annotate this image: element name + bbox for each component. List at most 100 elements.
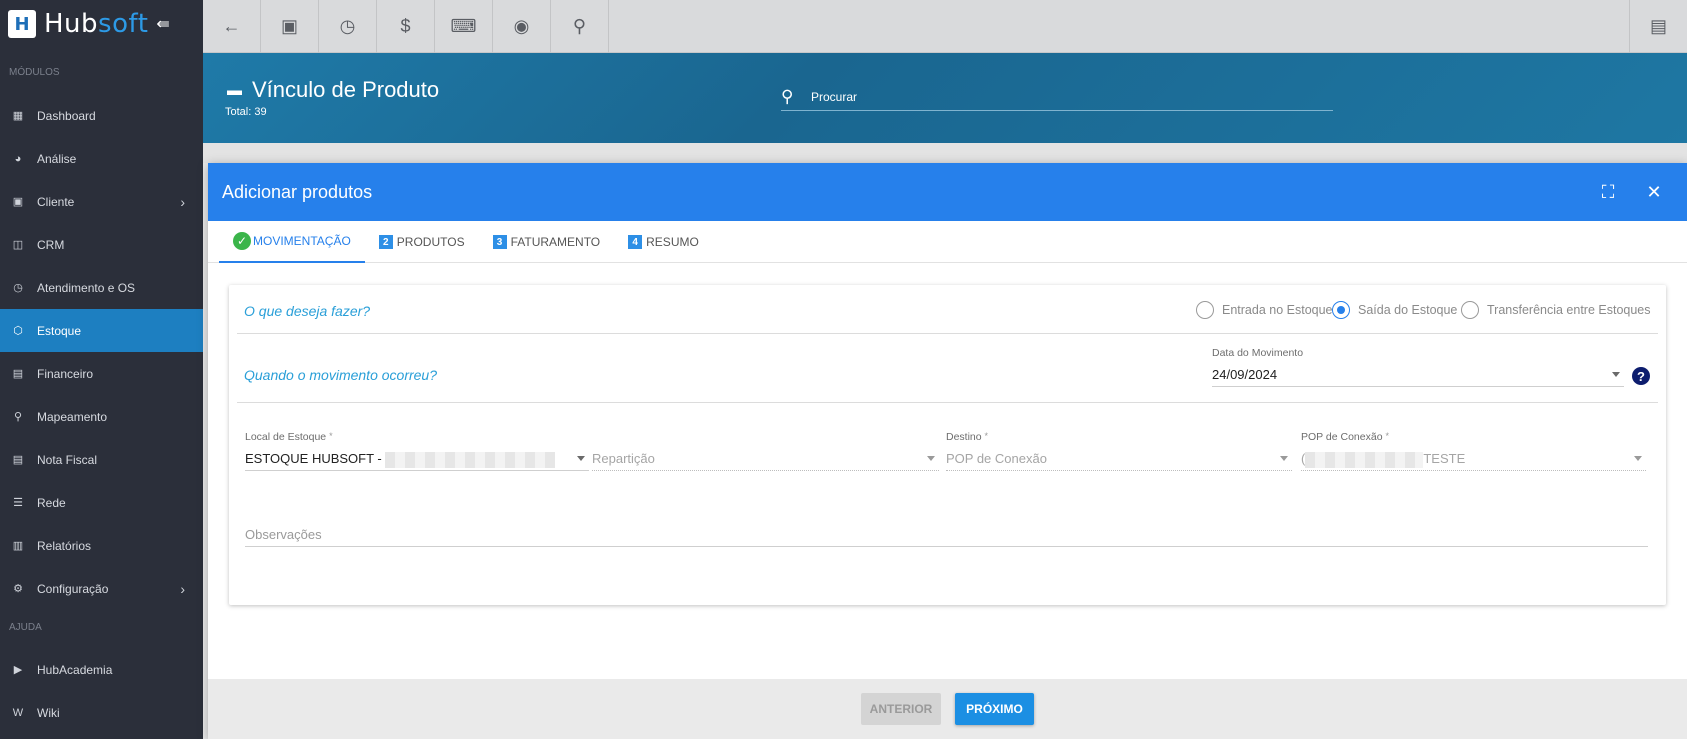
help-icon[interactable]: ? [1632, 367, 1650, 385]
box-icon: ⬡ [13, 325, 23, 337]
radio-entrada[interactable]: Entrada no Estoque [1196, 301, 1333, 319]
step-number: 3 [492, 235, 507, 249]
sidebar-item-estoque[interactable]: ⬡ Estoque [0, 309, 203, 352]
chevron-right-icon: › [180, 580, 185, 597]
sidebar-item-label: Relatórios [37, 538, 92, 553]
sidebar-item-analise[interactable]: ◕ Análise [0, 137, 203, 180]
network-icon: ☰ [13, 497, 23, 509]
tab-resumo[interactable]: 4 RESUMO [614, 221, 713, 263]
hubsoft-logo-icon: H [8, 10, 36, 38]
sidebar-item-cliente[interactable]: ▣ Cliente › [0, 180, 203, 223]
step-number: 4 [628, 235, 643, 249]
question-what: O que deseja fazer? [244, 303, 371, 319]
close-icon[interactable]: ✕ [1642, 180, 1666, 204]
tab-label: PRODUTOS [396, 235, 465, 249]
back-button[interactable]: ← [203, 0, 261, 53]
previous-button[interactable]: ANTERIOR [861, 693, 941, 725]
sidebar-item-rede[interactable]: ☰ Rede [0, 481, 203, 524]
sidebar-item-label: Cliente [37, 194, 75, 209]
sidebar-item-hubacademia[interactable]: ▶ HubAcademia [0, 648, 203, 691]
sidebar-item-configuracao[interactable]: ⚙ Configuração › [0, 567, 203, 610]
view-button[interactable]: ◉ [493, 0, 551, 53]
observacoes-field[interactable]: Observações [245, 525, 1648, 547]
board-icon: ◫ [12, 239, 24, 251]
sidebar-item-crm[interactable]: ◫ CRM [0, 223, 203, 266]
radio-transferencia[interactable]: Transferência entre Estoques [1461, 301, 1651, 319]
required-mark: * [329, 431, 333, 441]
contact-card-icon: ▣ [12, 196, 24, 208]
divider [237, 333, 1658, 334]
modal-footer: ANTERIOR PRÓXIMO [208, 679, 1687, 739]
wizard-tabs: ✓ MOVIMENTAÇÃO 2 PRODUTOS 3 FATURAMENTO 4 RE… [208, 221, 1687, 263]
terminal-icon: ⌨ [450, 16, 477, 36]
tab-produtos[interactable]: 2 PRODUTOS [365, 221, 479, 263]
map-pin-icon: ⚲ [13, 411, 23, 423]
search-button[interactable]: ⚲ [551, 0, 609, 53]
sidebar-item-label: Rede [37, 495, 66, 510]
date-field[interactable]: 24/09/2024 [1212, 365, 1624, 387]
radio-saida[interactable]: Saída do Estoque [1332, 301, 1457, 319]
calendar-clock-icon: ◷ [13, 282, 23, 294]
radio-circle [1332, 301, 1350, 319]
reparticao-placeholder: Repartição [592, 451, 655, 466]
total-count: Total: 39 [225, 106, 267, 118]
product-link-icon: ▬ [227, 81, 242, 99]
modal-header: Adicionar produtos ⛶ ✕ [208, 163, 1687, 221]
destino-label: Destino [946, 431, 982, 443]
sidebar-item-label: HubAcademia [37, 662, 113, 677]
sidebar-item-wiki[interactable]: W Wiki [0, 691, 203, 734]
question-when: Quando o movimento ocorreu? [244, 367, 437, 383]
sidebar-item-relatorios[interactable]: ▥ Relatórios [0, 524, 203, 567]
logo[interactable]: H Hubsoft ⇚ [0, 0, 203, 48]
sidebar-item-label: Atendimento e OS [37, 280, 136, 295]
reparticao-select[interactable]: Repartição [592, 449, 939, 471]
schedule-button[interactable]: ◷ [319, 0, 377, 53]
chevron-down-icon [1634, 456, 1642, 461]
sidebar-item-label: Estoque [37, 323, 82, 338]
tab-label: MOVIMENTAÇÃO [253, 234, 351, 248]
redacted-text [1305, 451, 1424, 468]
sidebar-item-dashboard[interactable]: ▦ Dashboard [0, 94, 203, 137]
tab-movimentacao[interactable]: ✓ MOVIMENTAÇÃO [219, 221, 365, 263]
dashboard-icon: ▦ [12, 110, 24, 122]
search-icon: ⚲ [781, 86, 794, 106]
step-number: 2 [378, 235, 393, 249]
tab-faturamento[interactable]: 3 FATURAMENTO [479, 221, 615, 263]
movement-form-card: O que deseja fazer? Entrada no Estoque S… [229, 285, 1666, 605]
search-input[interactable] [811, 89, 1311, 104]
pop-conexao-select[interactable]: (TESTE [1301, 449, 1646, 471]
page-title: Vínculo de Produto [252, 77, 440, 102]
client-button[interactable]: ▣ [261, 0, 319, 53]
radio-circle [1196, 301, 1214, 319]
local-label: Local de Estoque [245, 431, 327, 443]
local-estoque-select[interactable]: ESTOQUE HUBSOFT - [245, 449, 589, 471]
next-button[interactable]: PRÓXIMO [955, 693, 1034, 725]
financial-button[interactable]: $ [377, 0, 435, 53]
divider [237, 402, 1658, 403]
logo-text: Hub [44, 9, 99, 39]
search-icon: ⚲ [572, 16, 587, 36]
terminal-button[interactable]: ⌨ [435, 0, 493, 53]
report-icon: ▥ [12, 540, 24, 552]
pie-chart-icon: ◕ [14, 152, 22, 165]
local-value: ESTOQUE HUBSOFT - [245, 451, 382, 466]
destino-select[interactable]: POP de Conexão [946, 449, 1292, 471]
sidebar-item-financeiro[interactable]: ▤ Financeiro [0, 352, 203, 395]
pdf-button[interactable]: ▤ [1629, 0, 1687, 53]
collapse-menu-icon[interactable]: ⇚ [156, 14, 169, 34]
dollar-icon: $ [400, 16, 411, 36]
eye-icon: ◉ [513, 16, 530, 36]
fullscreen-icon[interactable]: ⛶ [1596, 180, 1620, 204]
sidebar-item-mapeamento[interactable]: ⚲ Mapeamento [0, 395, 203, 438]
radio-label: Transferência entre Estoques [1487, 303, 1651, 317]
required-mark: * [1385, 431, 1389, 441]
toolbar: ← ▣ ◷ $ ⌨ ◉ ⚲ ▤ [203, 0, 1687, 53]
date-label: Data do Movimento [1212, 347, 1304, 359]
sidebar-item-atendimento[interactable]: ◷ Atendimento e OS [0, 266, 203, 309]
radio-label: Entrada no Estoque [1222, 303, 1333, 317]
sidebar-item-label: Nota Fiscal [37, 452, 98, 467]
wiki-icon: W [12, 706, 24, 719]
video-icon: ▶ [13, 664, 23, 676]
logo-text-accent: soft [98, 9, 149, 39]
sidebar-item-nota-fiscal[interactable]: ▤ Nota Fiscal [0, 438, 203, 481]
